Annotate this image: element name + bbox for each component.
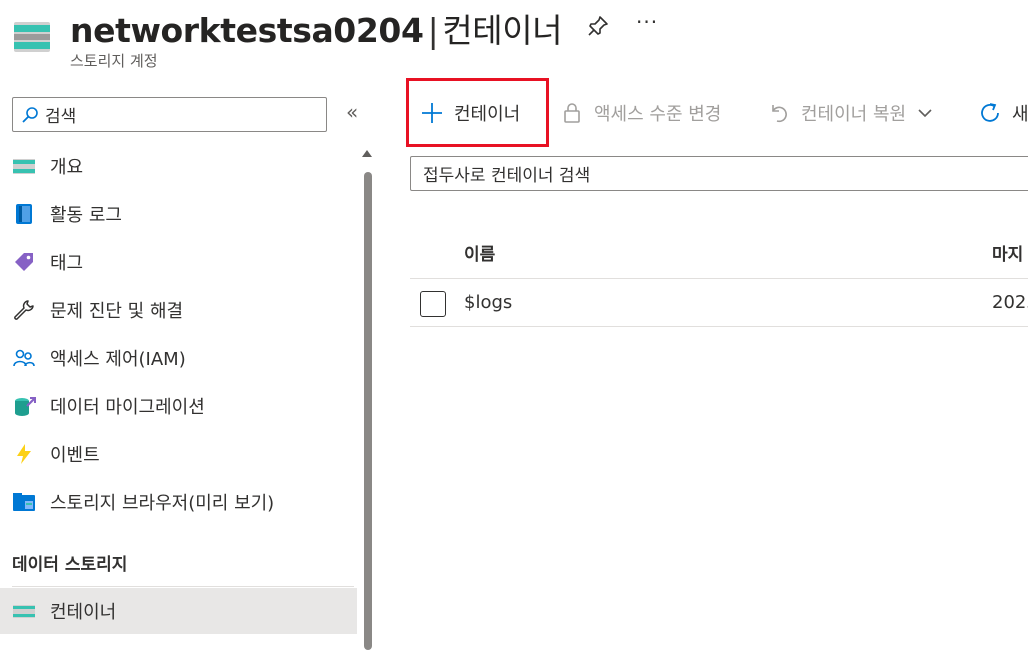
- sidebar-item-events[interactable]: 이벤트: [0, 431, 357, 477]
- sidebar-item-data-migration[interactable]: 데이터 마이그레이션: [0, 383, 357, 429]
- sidebar-item-label: 개요: [50, 157, 84, 178]
- sidebar-item-activity-log[interactable]: 활동 로그: [0, 191, 357, 237]
- sidebar-item-label: 이벤트: [50, 445, 100, 466]
- change-access-level-button[interactable]: 액세스 수준 변경: [560, 92, 721, 134]
- container-search-placeholder: 접두사로 컨테이너 검색: [423, 166, 591, 186]
- sidebar-item-iam[interactable]: 액세스 제어(IAM): [0, 335, 357, 381]
- sidebar-item-label: 데이터 마이그레이션: [50, 397, 205, 418]
- column-header-last-modified[interactable]: 마지: [992, 240, 1023, 265]
- chevron-down-icon: [918, 109, 932, 118]
- storage-icon: [13, 159, 35, 174]
- activity-log-icon: [16, 204, 32, 224]
- sidebar-item-label: 액세스 제어(IAM): [50, 349, 186, 370]
- wrench-icon: [14, 300, 34, 320]
- table-header-divider: [410, 278, 1028, 279]
- people-icon: [13, 349, 35, 367]
- sidebar-item-label: 활동 로그: [50, 205, 122, 226]
- pin-icon[interactable]: [586, 14, 610, 38]
- highlight-box: [406, 78, 549, 147]
- restore-container-label: 컨테이너 복원: [801, 104, 907, 125]
- sidebar-item-diagnose[interactable]: 문제 진단 및 해결: [0, 287, 357, 333]
- sidebar-scrollbar[interactable]: [364, 172, 372, 650]
- refresh-label: 새: [1012, 104, 1028, 125]
- search-icon: [22, 106, 38, 123]
- table-row-divider: [410, 326, 1028, 327]
- page-name: 컨테이너: [442, 11, 563, 50]
- sidebar-item-overview[interactable]: 개요: [0, 143, 357, 189]
- refresh-button[interactable]: 새: [978, 92, 1028, 134]
- app-window: networktestsa0204 | 컨테이너 ··· 스토리지 계정 검색 « …: [0, 0, 1028, 650]
- page-title: networktestsa0204 | 컨테이너: [70, 4, 563, 52]
- collapse-sidebar-button[interactable]: «: [346, 100, 358, 124]
- page-subtitle: 스토리지 계정: [70, 52, 158, 70]
- container-search-input[interactable]: 접두사로 컨테이너 검색: [410, 156, 1028, 191]
- data-migration-icon: [15, 397, 36, 416]
- more-options-icon[interactable]: ···: [636, 10, 658, 34]
- sidebar-item-tags[interactable]: 태그: [0, 239, 357, 285]
- sidebar-item-label: 컨테이너: [50, 602, 117, 623]
- sidebar-item-label: 스토리지 브라우저(미리 보기): [50, 493, 275, 514]
- section-divider: [12, 586, 354, 587]
- container-last-modified: 2023: [992, 292, 1028, 313]
- column-header-name[interactable]: 이름: [464, 240, 495, 265]
- section-title-data-storage: 데이터 스토리지: [12, 555, 128, 575]
- row-checkbox[interactable]: [420, 291, 446, 317]
- sidebar-item-label: 태그: [50, 253, 84, 274]
- container-icon: [13, 605, 35, 618]
- sidebar-search-placeholder: 검색: [45, 107, 77, 127]
- storage-browser-icon: [13, 493, 35, 511]
- sidebar-item-storage-browser[interactable]: 스토리지 브라우저(미리 보기): [0, 479, 357, 525]
- refresh-icon: [981, 103, 999, 122]
- tag-icon: [15, 253, 33, 271]
- storage-account-icon: [14, 22, 50, 52]
- sidebar-item-containers[interactable]: 컨테이너: [0, 588, 357, 634]
- sidebar-search-input[interactable]: 검색: [12, 97, 327, 132]
- storage-account-name: networktestsa0204: [70, 11, 424, 50]
- scroll-up-arrow-icon[interactable]: [362, 150, 372, 157]
- restore-container-button[interactable]: 컨테이너 복원: [767, 92, 934, 134]
- undo-icon: [772, 105, 787, 123]
- sidebar-item-label: 문제 진단 및 해결: [50, 301, 184, 322]
- lock-icon: [564, 103, 580, 123]
- title-separator: |: [427, 11, 439, 50]
- lightning-icon: [17, 444, 31, 464]
- change-access-level-label: 액세스 수준 변경: [594, 104, 722, 125]
- container-name-link[interactable]: $logs: [464, 292, 512, 313]
